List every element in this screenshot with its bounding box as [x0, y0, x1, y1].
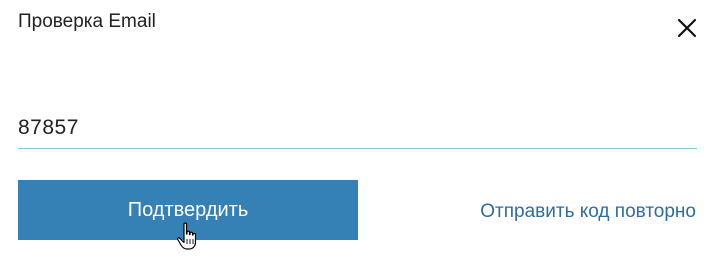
code-input[interactable] — [18, 110, 697, 146]
confirm-button-label: Подтвердить — [127, 198, 249, 221]
resend-code-link[interactable]: Отправить код повторно — [480, 200, 696, 224]
dialog-title: Проверка Email — [18, 11, 156, 32]
confirm-button[interactable]: Подтвердить — [18, 180, 358, 240]
close-button[interactable] — [672, 13, 702, 43]
close-icon — [677, 18, 697, 38]
code-field — [18, 110, 697, 149]
